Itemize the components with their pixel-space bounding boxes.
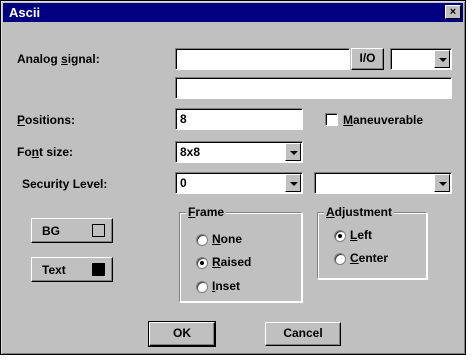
chevron-down-icon[interactable] [434, 50, 450, 68]
analog-signal-label: Analog signal: [17, 52, 100, 66]
analog-signal-combo[interactable] [390, 48, 452, 70]
cancel-button[interactable]: Cancel [265, 322, 341, 346]
font-size-select[interactable]: 8x8 [175, 141, 303, 163]
maneuverable-checkbox[interactable] [325, 113, 338, 126]
frame-group-title: Frame [186, 205, 227, 219]
frame-none-label[interactable]: None [212, 232, 242, 246]
font-size-label: Font size: [17, 145, 74, 159]
title-bar[interactable]: Ascii × [3, 3, 463, 22]
security-level-label: Security Level: [22, 177, 108, 191]
adjustment-group: Adjustment Left Center [317, 205, 427, 279]
positions-label: Positions: [17, 113, 76, 127]
ascii-dialog: Ascii × Analog signal: I/O Positions: 8 … [0, 0, 466, 355]
frame-none-radio[interactable] [196, 234, 208, 246]
window-title: Ascii [9, 5, 41, 20]
frame-inset-label[interactable]: Inset [212, 279, 240, 293]
analog-signal-input[interactable] [175, 48, 350, 70]
adjustment-group-title: Adjustment [324, 205, 395, 219]
chevron-down-icon[interactable] [434, 174, 450, 192]
text-color-swatch-icon [92, 263, 105, 276]
adjustment-left-label[interactable]: Left [350, 228, 372, 242]
bg-color-swatch-icon [92, 224, 105, 237]
chevron-down-icon[interactable] [285, 143, 301, 161]
frame-raised-label[interactable]: Raised [212, 255, 251, 269]
security-level-select[interactable]: 0 [175, 172, 303, 194]
adjustment-left-radio[interactable] [334, 230, 346, 242]
security-level-secondary-select[interactable] [314, 172, 452, 194]
positions-input[interactable]: 8 [175, 108, 303, 130]
ok-button[interactable]: OK [148, 321, 216, 347]
io-button[interactable]: I/O [351, 48, 384, 70]
frame-raised-radio[interactable] [196, 257, 208, 269]
chevron-down-icon[interactable] [285, 174, 301, 192]
close-button[interactable]: × [445, 5, 461, 19]
close-icon: × [449, 6, 457, 18]
analog-signal-secondary-input[interactable] [175, 77, 452, 99]
text-color-button[interactable]: Text [31, 257, 113, 282]
adjustment-center-radio[interactable] [334, 253, 346, 265]
frame-inset-radio[interactable] [196, 281, 208, 293]
text-color-label: Text [42, 263, 66, 277]
bg-color-label: BG [42, 224, 60, 238]
frame-group: Frame None Raised Inset [179, 205, 302, 302]
bg-color-button[interactable]: BG [31, 218, 113, 243]
adjustment-center-label[interactable]: Center [350, 251, 388, 265]
maneuverable-label[interactable]: Maneuverable [343, 113, 423, 127]
